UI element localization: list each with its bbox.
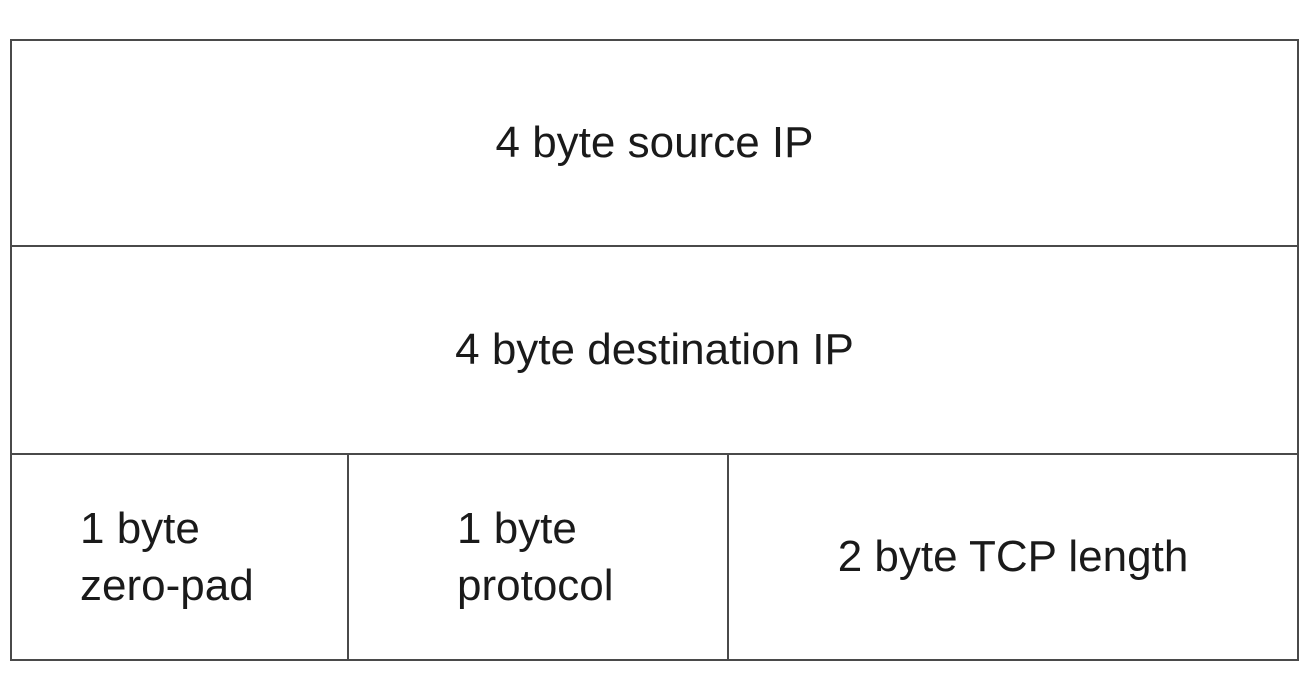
source-ip-label: 4 byte source IP	[495, 118, 814, 168]
bottom-row: 1 byte zero-pad 1 byte protocol 2 byte T…	[12, 455, 1297, 659]
protocol-cell: 1 byte protocol	[349, 455, 729, 659]
zero-pad-cell: 1 byte zero-pad	[12, 455, 349, 659]
zero-pad-line-1: 1 byte	[80, 503, 200, 553]
protocol-line-2: protocol	[457, 561, 614, 610]
destination-ip-row: 4 byte destination IP	[12, 247, 1297, 455]
pseudo-header-diagram: 4 byte source IP 4 byte destination IP 1…	[10, 39, 1299, 661]
tcp-length-label: 2 byte TCP length	[837, 532, 1189, 582]
source-ip-row: 4 byte source IP	[12, 41, 1297, 247]
zero-pad-label: 1 byte zero-pad	[80, 500, 254, 614]
destination-ip-label: 4 byte destination IP	[455, 325, 854, 375]
protocol-line-1: 1 byte	[457, 503, 577, 553]
tcp-length-cell: 2 byte TCP length	[729, 455, 1297, 659]
protocol-label: 1 byte protocol	[457, 500, 614, 614]
zero-pad-line-2: zero-pad	[80, 561, 254, 610]
